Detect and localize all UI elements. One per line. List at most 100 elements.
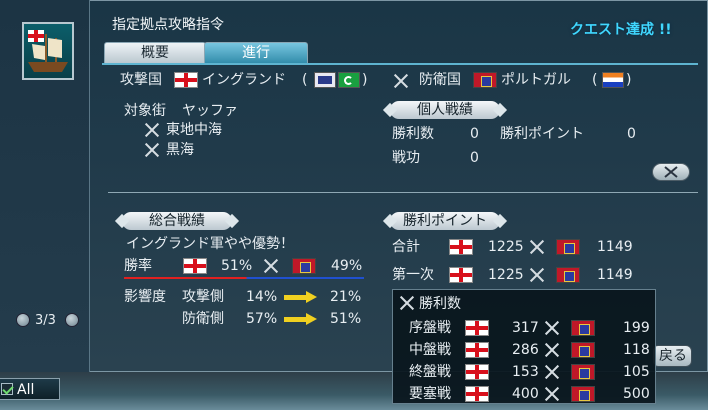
phase-label: 要塞戦: [409, 386, 451, 402]
defense-influence-from: 57%: [246, 311, 278, 327]
detail-toggle-button[interactable]: [652, 163, 690, 181]
vp-defender-value: 1149: [597, 239, 633, 255]
attack-side-label: 攻撃側: [182, 289, 224, 305]
portugal-flag-icon: [571, 342, 595, 358]
attacker-allies-open: (: [302, 72, 308, 88]
crossed-swords-icon: [543, 342, 561, 358]
portugal-flag-icon: [571, 364, 595, 380]
victory-points-value: 0: [627, 126, 636, 142]
battle-status: イングランド軍やや優勢！: [126, 236, 294, 252]
england-flag-icon: [465, 364, 489, 380]
portugal-flag-icon: [571, 386, 595, 402]
quest-complete-label: クエスト達成 !!: [570, 22, 672, 38]
defender-allies-open: (: [592, 72, 598, 88]
crossed-swords-icon: [543, 386, 561, 402]
victory-points-header: 勝利ポイント: [390, 212, 500, 230]
vp-row-label: 第一次: [392, 267, 434, 283]
target-city-label: 対象街: [124, 103, 166, 119]
england-flag-icon: [449, 239, 473, 255]
phase-defender-wins: 105: [623, 364, 650, 380]
vp-defender-value: 1149: [597, 267, 633, 283]
winrate-bar: [124, 277, 364, 279]
defense-side-label: 防衛側: [182, 311, 224, 327]
crossed-swords-icon: [262, 258, 280, 274]
tab-overview[interactable]: 概要: [104, 42, 206, 64]
phase-label: 終盤戦: [409, 364, 451, 380]
pager: 3/3: [10, 311, 84, 329]
phase-label: 序盤戦: [409, 320, 451, 336]
england-flag-icon: [465, 386, 489, 402]
target-city: ヤッファ: [182, 103, 238, 119]
crossed-swords-icon: [398, 295, 416, 311]
ally-crescent-flag-icon: [338, 72, 360, 88]
vp-row-label: 合計: [392, 239, 420, 255]
crossed-swords-icon: [392, 73, 410, 89]
sea-area-2: 黒海: [166, 142, 194, 158]
defender-winrate: 49%: [331, 258, 363, 274]
attack-influence-to: 21%: [330, 289, 362, 305]
winrate-label: 勝率: [124, 258, 152, 274]
chat-filter-label: All: [17, 382, 35, 398]
england-flag-icon: [174, 72, 198, 88]
portugal-flag-icon: [473, 72, 497, 88]
phase-defender-wins: 199: [623, 320, 650, 336]
defense-influence-to: 51%: [330, 311, 362, 327]
phase-label: 中盤戦: [409, 342, 451, 358]
checkbox-icon[interactable]: [1, 383, 13, 395]
phase-defender-wins: 500: [623, 386, 650, 402]
back-button[interactable]: 戻る: [652, 345, 692, 367]
next-page-button[interactable]: [65, 313, 79, 327]
swords-icon: [664, 166, 678, 178]
win-count-tooltip: 勝利数 序盤戦 317 199 中盤戦 286 118 終盤戦 153 105 …: [392, 289, 656, 404]
window-title: 指定拠点攻略指令: [112, 17, 224, 33]
vp-attacker-value: 1225: [488, 239, 524, 255]
england-flag-icon: [465, 320, 489, 336]
ally-flag-icon: [314, 72, 336, 88]
crossed-swords-icon: [543, 364, 561, 380]
wins-value: 0: [470, 126, 479, 142]
victory-points-label: 勝利ポイント: [500, 126, 584, 142]
attacker-winrate: 51%: [221, 258, 253, 274]
defender-allies-close: ): [626, 72, 632, 88]
page-indicator: 3/3: [35, 313, 56, 328]
sea-area-icon: [143, 122, 161, 138]
right-arrow-icon: [284, 313, 318, 325]
defender-ally-flag-icon: [602, 72, 624, 88]
england-flag-icon: [183, 258, 207, 274]
portugal-flag-icon: [571, 320, 595, 336]
wins-label: 勝利数: [392, 126, 434, 142]
phase-defender-wins: 118: [623, 342, 650, 358]
portugal-flag-icon: [556, 239, 580, 255]
back-button-label: 戻る: [659, 348, 687, 364]
sea-area-icon: [143, 142, 161, 158]
merit-value: 0: [470, 150, 479, 166]
attack-influence-from: 14%: [246, 289, 278, 305]
ship-emblem-icon: [22, 22, 74, 80]
section-divider: [108, 192, 698, 193]
crossed-swords-icon: [543, 320, 561, 336]
phase-attacker-wins: 317: [512, 320, 539, 336]
tab-progress[interactable]: 進行: [204, 42, 308, 64]
attacker-nation: イングランド: [202, 72, 286, 88]
crossed-swords-icon: [528, 239, 546, 255]
overall-record-header: 総合戦績: [122, 212, 232, 230]
tab-underline: [102, 63, 698, 65]
sea-area-1: 東地中海: [166, 122, 222, 138]
england-flag-icon: [465, 342, 489, 358]
merit-label: 戦功: [392, 150, 420, 166]
personal-record-header: 個人戦績: [390, 101, 500, 119]
portugal-flag-icon: [556, 267, 580, 283]
defender-label: 防衛国: [419, 72, 461, 88]
portugal-flag-icon: [292, 258, 316, 274]
phase-attacker-wins: 153: [512, 364, 539, 380]
phase-attacker-wins: 286: [512, 342, 539, 358]
attacker-allies-close: ): [362, 72, 368, 88]
influence-label: 影響度: [124, 289, 166, 305]
right-arrow-icon: [284, 291, 318, 303]
chat-filter-all[interactable]: All: [0, 378, 60, 400]
prev-page-button[interactable]: [16, 313, 30, 327]
phase-attacker-wins: 400: [512, 386, 539, 402]
defender-nation: ポルトガル: [501, 72, 571, 88]
win-count-header: 勝利数: [419, 296, 461, 312]
vp-attacker-value: 1225: [488, 267, 524, 283]
